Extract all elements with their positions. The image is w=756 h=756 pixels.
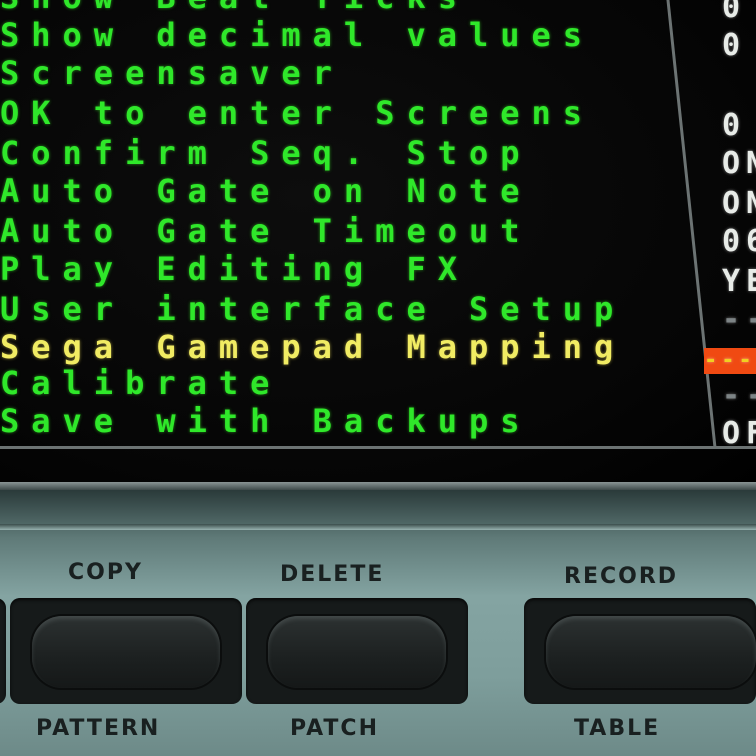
hardware-panel: COPY DELETE RECORD PATTERN PATCH TABLE — [0, 490, 756, 756]
menu-item-ok-to-enter-screens[interactable]: OK to enter Screens — [0, 94, 594, 132]
label-table: TABLE — [574, 716, 661, 741]
record-table-button[interactable] — [524, 598, 756, 704]
button-cap — [546, 616, 756, 688]
menu-item-auto-gate-on-note[interactable]: Auto Gate on Note — [0, 172, 532, 210]
screen-bottom-divider — [0, 446, 756, 449]
menu-item-calibrate[interactable]: Calibrate — [0, 364, 281, 402]
screen-bezel — [0, 482, 756, 490]
menu-item-show-beat-ticks[interactable]: Show Beat Ticks — [0, 0, 469, 16]
label-patch: PATCH — [290, 716, 379, 741]
label-delete: DELETE — [280, 562, 385, 587]
value-show-decimal-values: 0 — [722, 28, 747, 63]
menu-item-confirm-seq-stop[interactable]: Confirm Seq. Stop — [0, 134, 532, 172]
value-auto-gate-timeout: 06 — [722, 224, 756, 259]
menu-item-play-editing-fx[interactable]: Play Editing FX — [0, 250, 469, 288]
value-calibrate: --- — [722, 378, 756, 413]
menu-item-user-interface-setup[interactable]: User interface Setup — [0, 290, 625, 328]
menu-item-auto-gate-timeout[interactable]: Auto Gate Timeout — [0, 212, 532, 250]
panel-groove — [0, 524, 756, 530]
button-cap — [268, 616, 446, 688]
value-ok-to-enter-screens: 0 — [722, 108, 747, 143]
delete-patch-button[interactable] — [246, 598, 468, 704]
menu-item-save-with-backups[interactable]: Save with Backups — [0, 402, 532, 440]
menu-item-sega-gamepad-mapping[interactable]: Sega Gamepad Mapping — [0, 328, 625, 366]
value-sega-gamepad-mapping: --- — [704, 348, 756, 374]
value-play-editing-fx: YES — [722, 264, 756, 299]
value-user-interface-setup: --- — [722, 302, 756, 337]
button-cap — [32, 616, 220, 688]
copy-pattern-button[interactable] — [10, 598, 242, 704]
value-confirm-seq-stop: ON — [722, 146, 756, 181]
button-left-partial[interactable] — [0, 598, 6, 704]
settings-values: 0 0 0 ON ON 06 YES --- --- --- OFF — [698, 0, 756, 460]
label-record: RECORD — [564, 564, 679, 589]
value-auto-gate-on-note: ON — [722, 186, 756, 221]
menu-item-screensaver[interactable]: Screensaver — [0, 54, 344, 92]
menu-item-show-decimal-values[interactable]: Show decimal values — [0, 16, 594, 54]
label-copy: COPY — [68, 560, 143, 585]
value-show-beat-ticks: 0 — [722, 0, 747, 25]
label-pattern: PATTERN — [36, 716, 161, 741]
lcd-screen: Show Beat Ticks Show decimal values Scre… — [0, 0, 756, 490]
